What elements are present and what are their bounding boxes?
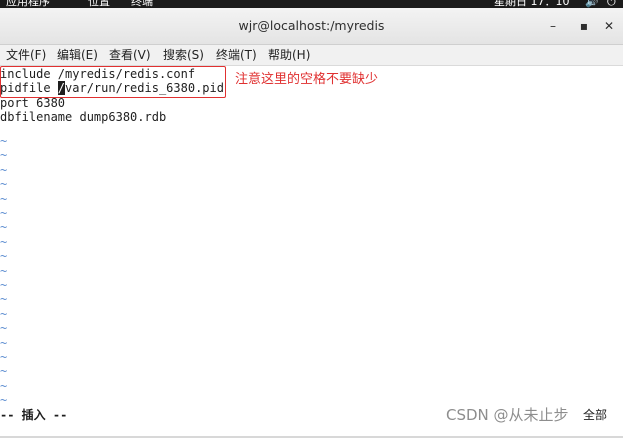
empty-line-marker: ~: [0, 234, 8, 249]
editor-line-4: dbfilename dump6380.rdb: [0, 110, 167, 125]
minimize-button[interactable]: –: [545, 18, 561, 34]
empty-line-marker: ~: [0, 378, 8, 393]
menu-edit[interactable]: 编辑(E): [57, 45, 98, 65]
empty-line-marker: ~: [0, 292, 8, 307]
empty-line-marker: ~: [0, 191, 8, 206]
clock[interactable]: 星期日 17：10: [494, 0, 570, 8]
menu-terminal[interactable]: 终端(T): [216, 45, 257, 65]
system-top-bar: 应用程序 位置 终端 星期日 17：10 🔊 ⏻: [0, 0, 623, 8]
empty-line-marker: ~: [0, 393, 8, 408]
empty-line-marker: ~: [0, 206, 8, 220]
window-title: wjr@localhost:/myredis: [238, 18, 385, 33]
annotation-highlight-box: [0, 66, 226, 98]
empty-line-marker: ~: [0, 220, 8, 235]
csdn-watermark: CSDN @从未止步: [446, 406, 569, 424]
maximize-button[interactable]: ▪: [576, 18, 592, 34]
menu-view[interactable]: 查看(V): [109, 45, 151, 65]
vim-mode-indicator: -- 插入 --: [0, 408, 68, 422]
applications-menu[interactable]: 应用程序: [6, 0, 50, 8]
empty-line-marker: ~: [0, 364, 8, 379]
places-menu[interactable]: 位置: [88, 0, 110, 8]
empty-line-marker: ~: [0, 278, 8, 292]
menu-help[interactable]: 帮助(H): [268, 45, 310, 65]
annotation-note: 注意这里的空格不要缺少: [235, 72, 379, 87]
menu-search[interactable]: 搜索(S): [163, 45, 204, 65]
empty-line-marker: ~: [0, 306, 8, 321]
menu-file[interactable]: 文件(F): [6, 45, 46, 65]
empty-line-marker: ~: [0, 134, 8, 148]
window-titlebar[interactable]: wjr@localhost:/myredis – ▪ ✕: [0, 8, 623, 45]
empty-line-marker: ~: [0, 263, 8, 278]
volume-icon[interactable]: 🔊: [585, 0, 599, 8]
empty-line-marker: ~: [0, 249, 8, 264]
empty-line-marker: ~: [0, 177, 8, 192]
terminal-editor[interactable]: include /myredis/redis.conf pidfile /var…: [0, 66, 623, 438]
scroll-position-indicator: 全部: [583, 408, 608, 422]
empty-line-marker: ~: [0, 321, 8, 336]
menu-bar: 文件(F) 编辑(E) 查看(V) 搜索(S) 终端(T) 帮助(H): [0, 45, 623, 66]
empty-line-marker: ~: [0, 350, 8, 364]
empty-line-marker: ~: [0, 335, 8, 350]
empty-line-marker: ~: [0, 148, 8, 163]
terminal-menu[interactable]: 终端: [131, 0, 153, 8]
empty-line-marker: ~: [0, 162, 8, 177]
close-button[interactable]: ✕: [601, 18, 617, 34]
power-icon[interactable]: ⏻: [607, 0, 616, 8]
